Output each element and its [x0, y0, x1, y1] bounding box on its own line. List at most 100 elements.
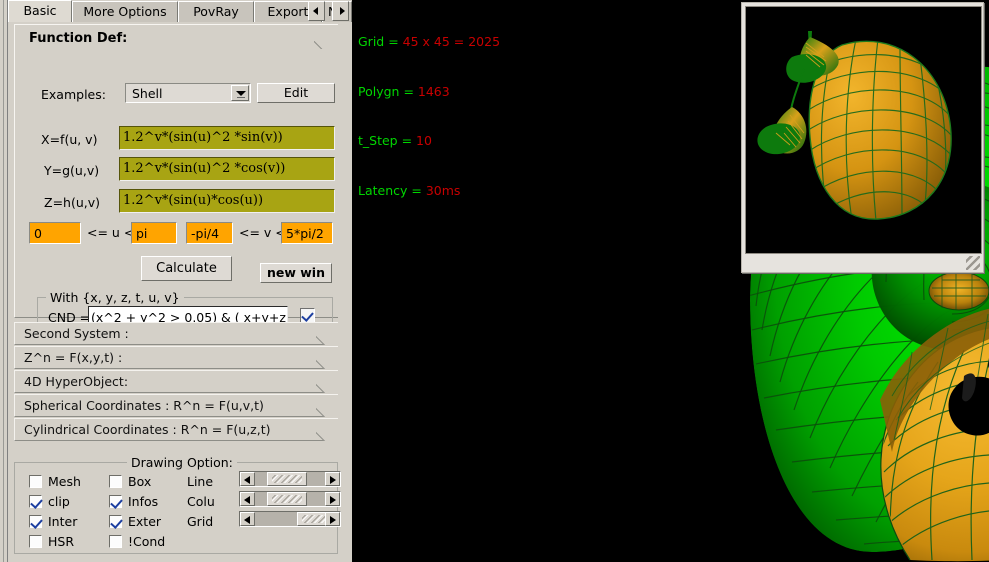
- function-def-panel: Function Def: Examples: Shell Edit X=f(u…: [14, 24, 338, 337]
- condition-group-legend: With {x, y, z, t, u, v}: [46, 290, 184, 305]
- slider-grid-left-arrow[interactable]: [240, 512, 255, 526]
- cnd-checkbox[interactable]: [300, 308, 315, 323]
- preview-render: [746, 7, 981, 253]
- tab-export-label: Export: [267, 4, 309, 19]
- formula-y-input[interactable]: 1.2^v*(sin(u)^2 *cos(v)): [119, 157, 335, 181]
- info-polygon-key: Polygn =: [358, 83, 418, 99]
- chevron-left-icon: [312, 7, 318, 15]
- section-spherical-coordinates[interactable]: Spherical Coordinates : R^n = F(u,v,t): [14, 394, 338, 417]
- info-grid-value: 45 x 45 = 2025: [402, 34, 501, 49]
- label-cond: !Cond: [128, 534, 166, 549]
- slider-colu-thumb[interactable]: [267, 492, 307, 506]
- checkbox-infos[interactable]: [109, 495, 122, 508]
- info-tstep-value: 10: [416, 133, 432, 148]
- tab-povray[interactable]: PovRay: [178, 1, 254, 22]
- tab-scroll-left-button[interactable]: [308, 1, 325, 21]
- v-min-value: -pi/4: [191, 226, 220, 241]
- label-clip: clip: [48, 494, 70, 509]
- edit-button[interactable]: Edit: [257, 83, 335, 103]
- slider-grid-right-arrow[interactable]: [325, 512, 340, 526]
- label-exter: Exter: [128, 514, 162, 529]
- tab-povray-label: PovRay: [193, 4, 239, 19]
- label-inter: Inter: [48, 514, 78, 529]
- info-line-polygon: Polygn = 1463: [358, 84, 500, 101]
- u-min-input[interactable]: 0: [29, 222, 81, 244]
- preview-window[interactable]: [741, 2, 984, 273]
- section-4d-hyperobject[interactable]: 4D HyperObject:: [14, 370, 338, 393]
- v-min-input[interactable]: -pi/4: [186, 222, 233, 244]
- formula-x-value: 1.2^v*(sin(u)^2 *sin(v)): [123, 130, 283, 145]
- chevron-down-icon[interactable]: [231, 85, 249, 101]
- function-def-title: Function Def:: [29, 31, 128, 46]
- checkbox-mesh[interactable]: [29, 475, 42, 488]
- tab-more-options-label: More Options: [83, 4, 167, 19]
- chevron-right-icon: [339, 7, 345, 15]
- tab-basic-label: Basic: [23, 3, 57, 18]
- info-line-latency: Latency = 30ms: [358, 183, 500, 200]
- slider-colu-right-arrow[interactable]: [325, 492, 340, 506]
- tab-scroll-right-button[interactable]: [332, 1, 349, 21]
- slider-grid[interactable]: [239, 511, 341, 527]
- label-colu: Colu: [187, 494, 215, 509]
- section-spherical-coordinates-label: Spherical Coordinates : R^n = F(u,v,t): [24, 398, 264, 413]
- tab-more-options[interactable]: More Options: [72, 1, 178, 22]
- label-line: Line: [187, 474, 214, 489]
- label-grid: Grid: [187, 514, 214, 529]
- control-panel: Basic More Options PovRay Export ND: [0, 0, 352, 562]
- render-info-text: Grid = 45 x 45 = 2025 Polygn = 1463 t_St…: [358, 1, 500, 232]
- checkbox-hsr[interactable]: [29, 535, 42, 548]
- formula-z-input[interactable]: 1.2^v*(sin(u)*cos(u)): [119, 189, 335, 213]
- label-infos: Infos: [128, 494, 159, 509]
- section-zn-fxyt[interactable]: Z^n = F(x,y,t) :: [14, 346, 338, 369]
- info-grid-key: Grid =: [358, 34, 403, 49]
- section-second-system[interactable]: Second System :: [14, 322, 338, 345]
- info-latency-value: 30ms: [425, 182, 461, 198]
- info-line-grid: Grid = 45 x 45 = 2025: [358, 34, 500, 51]
- resize-grip-icon[interactable]: [966, 256, 980, 270]
- section-fold-corner: [316, 347, 338, 369]
- tab-basic[interactable]: Basic: [8, 0, 72, 22]
- checkbox-exter[interactable]: [109, 515, 122, 528]
- info-line-tstep: t_Step = 10: [358, 133, 500, 150]
- label-hsr: HSR: [48, 534, 75, 549]
- checkbox-box[interactable]: [109, 475, 122, 488]
- slider-line[interactable]: [239, 471, 341, 487]
- label-box: Box: [128, 474, 152, 489]
- section-cylindrical-coordinates-label: Cylindrical Coordinates : R^n = F(u,z,t): [24, 422, 271, 437]
- info-latency-key: Latency =: [358, 182, 426, 198]
- examples-label: Examples:: [41, 87, 106, 102]
- checkbox-cond[interactable]: [109, 535, 122, 548]
- section-fold-corner: [316, 371, 338, 393]
- preview-canvas[interactable]: [745, 6, 982, 254]
- new-window-button[interactable]: new win: [260, 263, 332, 283]
- formula-y-value: 1.2^v*(sin(u)^2 *cos(v)): [123, 161, 286, 176]
- u-max-value: pi: [136, 226, 148, 241]
- section-fold-corner: [316, 395, 338, 417]
- shell-inner-aperture: [928, 271, 989, 311]
- u-min-value: 0: [34, 226, 42, 241]
- section-4d-hyperobject-label: 4D HyperObject:: [24, 374, 129, 389]
- tab-bar: Basic More Options PovRay Export ND: [8, 0, 352, 22]
- formula-x-label: X=f(u, v): [41, 132, 98, 147]
- slider-colu[interactable]: [239, 491, 341, 507]
- checkbox-clip[interactable]: [29, 495, 42, 508]
- formula-y-label: Y=g(u,v): [44, 163, 100, 178]
- examples-select[interactable]: Shell: [125, 83, 251, 103]
- panel-fold-corner: [314, 25, 338, 49]
- info-tstep-key: t_Step =: [358, 133, 417, 148]
- slider-line-thumb[interactable]: [267, 472, 307, 486]
- app-window: Basic More Options PovRay Export ND: [0, 0, 989, 562]
- section-cylindrical-coordinates[interactable]: Cylindrical Coordinates : R^n = F(u,z,t): [14, 418, 338, 441]
- section-second-system-label: Second System :: [24, 326, 129, 341]
- slider-line-left-arrow[interactable]: [240, 472, 255, 486]
- formula-x-input[interactable]: 1.2^v*(sin(u)^2 *sin(v)): [119, 126, 335, 150]
- slider-colu-left-arrow[interactable]: [240, 492, 255, 506]
- formula-z-label: Z=h(u,v): [44, 195, 101, 210]
- info-polygon-value: 1463: [417, 83, 450, 99]
- v-max-input[interactable]: 5*pi/2: [281, 222, 333, 244]
- u-max-input[interactable]: pi: [131, 222, 177, 244]
- checkbox-inter[interactable]: [29, 515, 42, 528]
- calculate-button[interactable]: Calculate: [141, 256, 232, 281]
- section-fold-corner: [316, 419, 338, 441]
- slider-line-right-arrow[interactable]: [325, 472, 340, 486]
